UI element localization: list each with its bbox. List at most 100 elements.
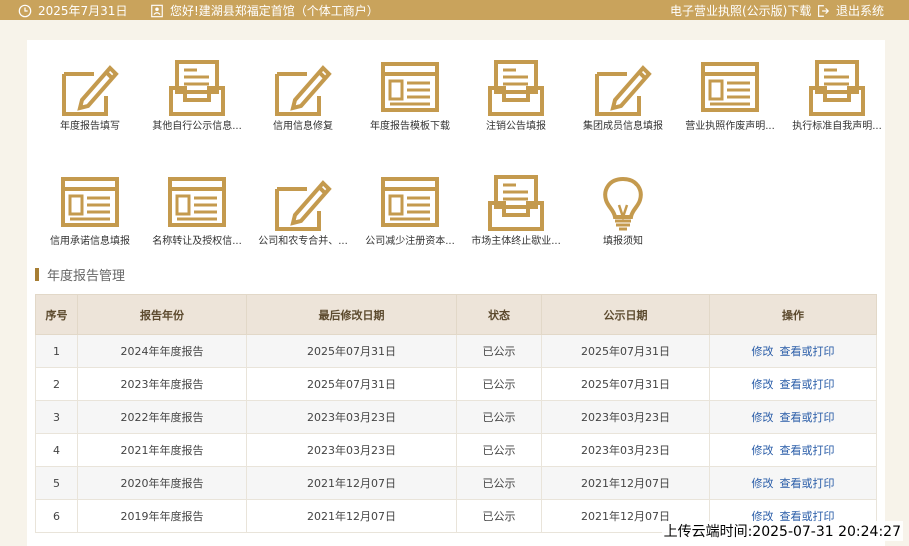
cell-no: 6 (35, 499, 78, 533)
edit-link[interactable]: 修改 (752, 378, 774, 391)
date-display: 2025年7月31日 (18, 2, 127, 19)
edit-link[interactable]: 修改 (752, 411, 774, 424)
form-doc-icon[interactable] (380, 60, 440, 118)
function-tile[interactable]: 填报须知 (568, 155, 668, 255)
edit-link[interactable]: 修改 (752, 444, 774, 457)
function-tile[interactable]: 注销公告填报 (461, 40, 561, 140)
table-row: 5 2020年年度报告 2021年12月07日 已公示 2021年12月07日 修改 查看或… (35, 466, 877, 500)
greeting: 您好!建湖县郑福定首馆（个体工商户） (150, 2, 379, 19)
user-card-icon (151, 4, 163, 17)
cell-actions: 修改 查看或打印 (709, 367, 877, 401)
function-tile-label[interactable]: 集团成员信息填报 (562, 117, 684, 132)
exit-text[interactable]: 退出系统 (836, 2, 884, 19)
inbox-icon[interactable] (486, 60, 546, 118)
cell-year: 2020年年度报告 (77, 466, 247, 500)
upload-timestamp-watermark: 上传云端时间:2025-07-31 20:24:27 (661, 521, 903, 541)
table-row: 2 2023年年度报告 2025年07月31日 已公示 2025年07月31日 修改 查看或… (35, 367, 877, 401)
cell-published: 2021年12月07日 (541, 466, 710, 500)
edit-link[interactable]: 修改 (752, 345, 774, 358)
function-tile-label[interactable]: 信用承诺信息填报 (29, 232, 151, 247)
col-header-no: 序号 (35, 294, 78, 335)
table-row: 3 2022年年度报告 2023年03月23日 已公示 2023年03月23日 修改 查看或… (35, 400, 877, 434)
section-title-text: 年度报告管理 (47, 269, 126, 284)
cell-published: 2023年03月23日 (541, 433, 710, 467)
table-row: 1 2024年年度报告 2025年07月31日 已公示 2025年07月31日 修改 查看或… (35, 334, 877, 368)
function-tile[interactable]: 信用信息修复 (248, 40, 348, 140)
function-tile-label[interactable]: 名称转让及授权信... (136, 232, 258, 247)
cell-actions: 修改 查看或打印 (709, 433, 877, 467)
function-tile[interactable]: 名称转让及授权信... (142, 155, 242, 255)
function-tile[interactable]: 公司和农专合并、... (248, 155, 348, 255)
function-tile-label[interactable]: 信用信息修复 (242, 117, 364, 132)
function-tile-label[interactable]: 公司和农专合并、... (242, 232, 364, 247)
form-doc-icon[interactable] (167, 175, 227, 233)
view-print-link[interactable]: 查看或打印 (780, 345, 835, 358)
cell-modified: 2021年12月07日 (246, 499, 457, 533)
clock-icon (18, 4, 32, 17)
function-tile[interactable]: 年度报告模板下载 (355, 40, 455, 140)
function-tile-label[interactable]: 其他自行公示信息... (136, 117, 258, 132)
cell-status: 已公示 (456, 433, 542, 467)
cell-status: 已公示 (456, 466, 542, 500)
function-tile-label[interactable]: 注销公告填报 (455, 117, 577, 132)
section-title: 年度报告管理 (35, 265, 125, 284)
form-doc-icon[interactable] (700, 60, 760, 118)
pencil-doc-icon[interactable] (60, 60, 120, 118)
license-download-text[interactable]: 电子营业执照(公示版)下载 (670, 2, 811, 19)
function-tile[interactable]: 市场主体终止歇业... (461, 155, 561, 255)
form-doc-icon[interactable] (60, 175, 120, 233)
cell-status: 已公示 (456, 334, 542, 368)
pencil-doc-icon[interactable] (593, 60, 653, 118)
annual-report-table: 序号 报告年份 最后修改日期 状态 公示日期 操作 1 2024年年度报告 2025… (35, 294, 877, 533)
function-tile-label[interactable]: 年度报告模板下载 (349, 117, 471, 132)
function-tile[interactable]: 信用承诺信息填报 (35, 155, 135, 255)
license-download-link[interactable]: 电子营业执照(公示版)下载 (670, 2, 811, 19)
cell-modified: 2025年07月31日 (246, 334, 457, 368)
function-tile-label[interactable]: 填报须知 (562, 232, 684, 247)
view-print-link[interactable]: 查看或打印 (780, 411, 835, 424)
function-tile-label[interactable]: 市场主体终止歇业... (455, 232, 577, 247)
edit-link[interactable]: 修改 (752, 477, 774, 490)
lightbulb-icon[interactable] (593, 175, 653, 233)
cell-no: 1 (35, 334, 78, 368)
function-tile[interactable]: 年度报告填写 (35, 40, 135, 140)
pencil-doc-icon[interactable] (273, 60, 333, 118)
inbox-icon[interactable] (167, 60, 227, 118)
cell-year: 2021年年度报告 (77, 433, 247, 467)
top-bar: 2025年7月31日 您好!建湖县郑福定首馆（个体工商户） 电子营业执照(公示版… (0, 0, 909, 20)
view-print-link[interactable]: 查看或打印 (780, 378, 835, 391)
cell-modified: 2023年03月23日 (246, 400, 457, 434)
exit-link[interactable]: 退出系统 (816, 2, 884, 19)
cell-no: 5 (35, 466, 78, 500)
inbox-icon[interactable] (807, 60, 867, 118)
cell-year: 2019年年度报告 (77, 499, 247, 533)
inbox-icon[interactable] (486, 175, 546, 233)
function-tile[interactable]: 营业执照作废声明... (675, 40, 775, 140)
cell-no: 4 (35, 433, 78, 467)
cell-no: 3 (35, 400, 78, 434)
logout-icon[interactable] (816, 4, 830, 18)
cell-modified: 2021年12月07日 (246, 466, 457, 500)
function-tile-label[interactable]: 公司减少注册资本... (349, 232, 471, 247)
pencil-doc-icon[interactable] (273, 175, 333, 233)
function-tile[interactable]: 公司减少注册资本... (355, 155, 455, 255)
view-print-link[interactable]: 查看或打印 (780, 444, 835, 457)
col-header-status: 状态 (456, 294, 542, 335)
view-print-link[interactable]: 查看或打印 (780, 477, 835, 490)
col-header-published: 公示日期 (541, 294, 710, 335)
function-tile-label[interactable]: 执行标准自我声明... (776, 117, 898, 132)
function-tile-label[interactable]: 年度报告填写 (29, 117, 151, 132)
cell-modified: 2025年07月31日 (246, 367, 457, 401)
function-tile[interactable]: 其他自行公示信息... (142, 40, 242, 140)
cell-actions: 修改 查看或打印 (709, 334, 877, 368)
function-tile-label[interactable]: 营业执照作废声明... (669, 117, 791, 132)
cell-published: 2023年03月23日 (541, 400, 710, 434)
function-tile[interactable]: 执行标准自我声明... (782, 40, 882, 140)
cell-year: 2023年年度报告 (77, 367, 247, 401)
main-panel: 年度报告填写 其他自行公示信息... 信用信息修复 年度报告模板下载 注销公告填报 集团成… (27, 40, 885, 546)
date-text: 2025年7月31日 (38, 4, 128, 18)
col-header-actions: 操作 (709, 294, 877, 335)
cell-status: 已公示 (456, 499, 542, 533)
function-tile[interactable]: 集团成员信息填报 (568, 40, 668, 140)
form-doc-icon[interactable] (380, 175, 440, 233)
